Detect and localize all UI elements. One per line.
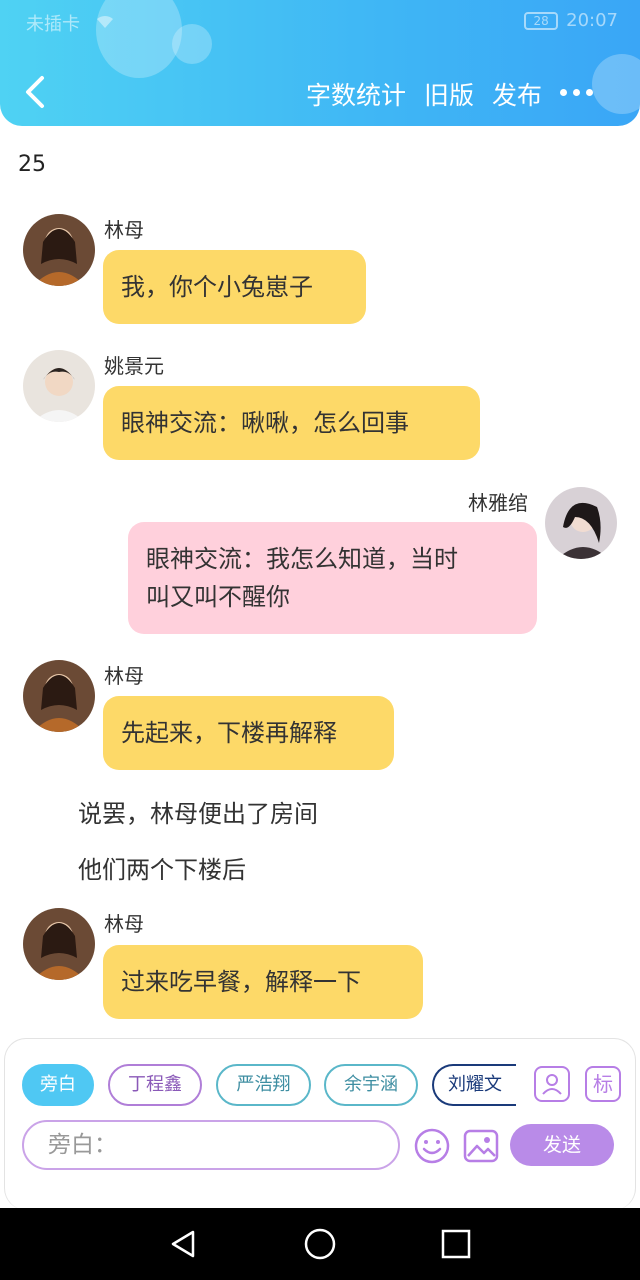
speaker-name: 林母: [104, 664, 144, 688]
clock-time: 20:07: [566, 10, 618, 31]
message-bubble[interactable]: 眼神交流：我怎么知道，当时 叫又叫不醒你: [128, 522, 537, 634]
message-line: 眼神交流：我怎么知道，当时: [146, 545, 458, 573]
role-chip[interactable]: 刘耀文: [432, 1064, 516, 1106]
message-bubble[interactable]: 眼神交流：啾啾，怎么回事: [103, 386, 480, 460]
speaker-name: 姚景元: [104, 354, 164, 378]
role-chip-narrator[interactable]: 旁白: [22, 1064, 94, 1106]
header-actions: 字数统计 旧版 发布: [306, 76, 542, 112]
carrier-label: 未插卡: [26, 10, 116, 36]
image-icon[interactable]: [463, 1128, 499, 1164]
message-bubble[interactable]: 我，你个小兔崽子: [103, 250, 366, 324]
role-manage-button[interactable]: [534, 1066, 570, 1102]
status-right: 28 20:07: [524, 10, 618, 31]
narration-text[interactable]: 说罢，林母便出了房间: [78, 794, 318, 829]
carrier-text: 未插卡: [26, 14, 80, 35]
person-card-icon: [542, 1074, 562, 1095]
narration-text[interactable]: 他们两个下楼后: [78, 850, 246, 885]
status-bar: 未插卡 28 20:07: [0, 8, 640, 36]
message-bubble[interactable]: 先起来，下楼再解释: [103, 696, 394, 770]
avatar[interactable]: [23, 214, 95, 286]
avatar[interactable]: [23, 660, 95, 732]
role-chip[interactable]: 余宇涵: [324, 1064, 418, 1106]
avatar[interactable]: [23, 350, 95, 422]
word-count-button[interactable]: 字数统计: [306, 76, 406, 112]
avatar[interactable]: [545, 487, 617, 559]
publish-button[interactable]: 发布: [492, 76, 542, 112]
speaker-name: 林母: [104, 912, 144, 936]
old-version-button[interactable]: 旧版: [424, 76, 474, 112]
chapter-number: 25: [18, 152, 46, 177]
more-dots-icon: [560, 88, 567, 96]
more-dots-icon: [586, 88, 593, 96]
more-dots-icon: [573, 88, 580, 96]
back-button[interactable]: [18, 72, 54, 112]
back-triangle-icon[interactable]: [165, 1226, 201, 1262]
avatar[interactable]: [23, 908, 95, 980]
battery-icon: 28: [524, 11, 559, 30]
recents-square-icon[interactable]: [438, 1226, 474, 1262]
smiley-icon[interactable]: [414, 1128, 450, 1164]
system-nav-bar: [0, 1208, 640, 1280]
message-bubble[interactable]: 过来吃早餐，解释一下: [103, 945, 423, 1019]
tag-button[interactable]: 标: [585, 1066, 621, 1102]
home-circle-icon[interactable]: [302, 1226, 338, 1262]
speaker-name: 林雅绾: [468, 491, 528, 515]
message-line: 叫又叫不醒你: [146, 583, 290, 611]
role-chip[interactable]: 丁程鑫: [108, 1064, 202, 1106]
speaker-name: 林母: [104, 218, 144, 242]
message-input[interactable]: [22, 1120, 400, 1170]
wifi-icon: [96, 15, 113, 28]
more-button[interactable]: [560, 84, 600, 100]
send-button[interactable]: 发送: [510, 1124, 614, 1166]
chevron-left-icon: [26, 76, 44, 108]
top-header: 未插卡 28 20:07 字数统计 旧版 发布: [0, 0, 640, 126]
role-chip[interactable]: 严浩翔: [216, 1064, 311, 1106]
